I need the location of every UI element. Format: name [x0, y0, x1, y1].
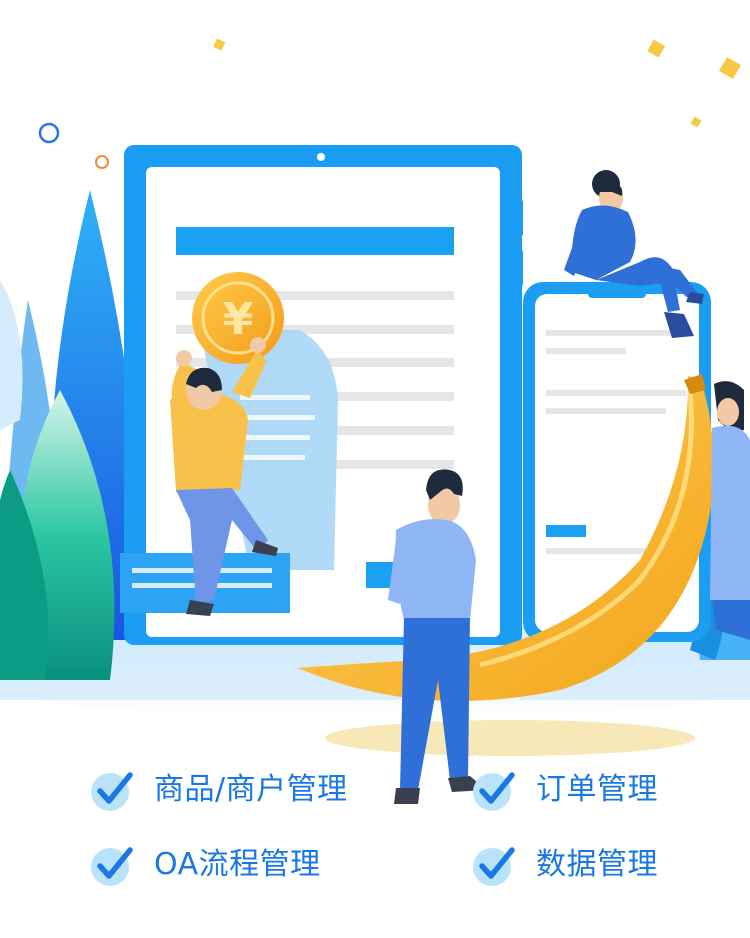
hero-illustration: ¥: [0, 38, 750, 804]
phone-text-line: [546, 348, 626, 354]
confetti-shape: [213, 38, 226, 51]
tablet-side-button: [516, 200, 523, 236]
paper-line: [240, 415, 315, 420]
phone-notch: [588, 288, 646, 298]
phone-text-line: [546, 408, 666, 414]
tablet-header-bar: [176, 227, 454, 255]
banana-shadow: [325, 720, 695, 756]
phone-text-line: [546, 548, 646, 554]
leaf-shape: [0, 280, 23, 430]
coin-symbol: ¥: [223, 294, 254, 345]
ring-shape: [95, 155, 109, 169]
phone-button-shape: [546, 525, 586, 537]
confetti-shape: [647, 39, 666, 58]
feature-promo-page: ¥ 商品/商户管理 订单管理 OA流程管理 数据管理: [0, 0, 750, 938]
tablet-camera: [317, 153, 325, 161]
paper-line: [240, 435, 310, 440]
confetti-shape: [690, 116, 702, 128]
paper-line: [240, 455, 305, 460]
phone-text-line: [546, 390, 686, 396]
ring-shape: [38, 122, 60, 144]
tablet-side-button: [516, 250, 523, 286]
person-partial-right: [710, 381, 750, 640]
phone-text-line: [546, 330, 686, 336]
confetti-shape: [719, 57, 741, 79]
